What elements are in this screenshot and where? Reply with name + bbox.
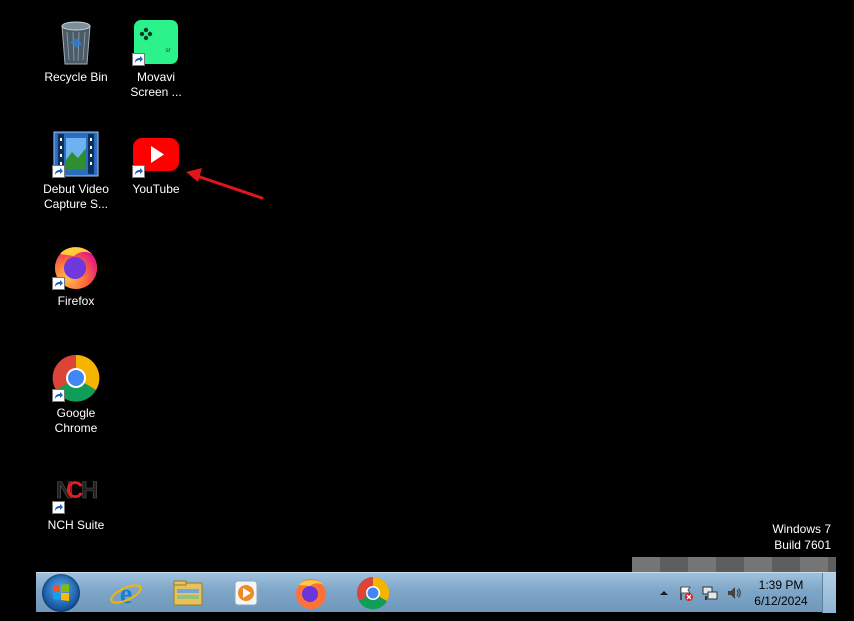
taskbar-internet-explorer[interactable]: e (106, 575, 146, 611)
taskbar-windows-explorer[interactable] (168, 575, 208, 611)
watermark-line-1: Windows 7 (772, 522, 831, 536)
firefox-icon (296, 579, 326, 609)
volume-icon[interactable] (726, 585, 742, 601)
watermark-line-2: Build 7601 (774, 538, 831, 552)
svg-text:H: H (81, 477, 98, 504)
desktop-icon-chrome[interactable]: Google Chrome (37, 354, 115, 436)
taskbar: e 1:39 PM 6/12/2024 (36, 572, 836, 613)
desktop-icon-label: Movavi Screen ... (130, 70, 182, 99)
action-center-icon[interactable] (678, 585, 694, 601)
nch-suite-icon: N C H (52, 466, 100, 514)
shortcut-arrow-icon (132, 165, 145, 178)
desktop-icon-recycle-bin[interactable]: Recycle Bin (37, 18, 115, 85)
start-button[interactable] (42, 574, 80, 612)
shortcut-arrow-icon (52, 389, 65, 402)
desktop-icon-label: Google Chrome (54, 406, 98, 435)
windows-explorer-icon (173, 580, 203, 606)
desktop-icon-debut-video[interactable]: Debut Video Capture S... (37, 130, 115, 212)
taskbar-firefox[interactable] (291, 575, 331, 611)
chrome-icon (357, 576, 390, 610)
taskbar-clock[interactable]: 1:39 PM 6/12/2024 (741, 577, 821, 609)
windows-build-watermark: Windows 7 Build 7601 (772, 521, 831, 553)
chrome-icon (52, 354, 100, 402)
chevron-up-icon (660, 591, 668, 595)
desktop-icon-movavi[interactable]: sr Movavi Screen ... (117, 18, 195, 100)
youtube-icon (132, 130, 180, 178)
clock-date: 6/12/2024 (754, 594, 808, 608)
taskbar-chrome[interactable] (353, 575, 393, 611)
show-hidden-icons-button[interactable] (656, 585, 672, 601)
network-icon[interactable] (702, 585, 718, 601)
firefox-icon (52, 242, 100, 290)
media-player-icon (234, 580, 258, 606)
svg-text:e: e (120, 579, 132, 610)
shortcut-arrow-icon (52, 165, 65, 178)
recycle-bin-icon (52, 18, 100, 66)
desktop-icon-label: Recycle Bin (44, 70, 108, 84)
desktop-icon-label: NCH Suite (47, 518, 105, 532)
taskbar-media-player[interactable] (226, 575, 266, 611)
movavi-icon: sr (132, 18, 180, 66)
clock-time: 1:39 PM (758, 578, 804, 592)
desktop-icon-label: Debut Video Capture S... (43, 182, 109, 211)
desktop-icon-label: Firefox (57, 294, 95, 308)
shortcut-arrow-icon (52, 277, 65, 290)
annotation-arrow-icon (186, 168, 264, 200)
desktop: Recycle Bin sr Movavi Screen ... Debut V… (0, 0, 854, 572)
internet-explorer-icon: e (110, 579, 142, 610)
debut-video-icon (52, 130, 100, 178)
svg-text:sr: sr (166, 48, 171, 54)
show-desktop-button[interactable] (822, 573, 836, 613)
windows-logo-icon (53, 584, 69, 601)
desktop-icon-firefox[interactable]: Firefox (37, 242, 115, 309)
desktop-icon-nch-suite[interactable]: N C H NCH Suite (37, 466, 115, 533)
shortcut-arrow-icon (52, 501, 65, 514)
shortcut-arrow-icon (132, 53, 145, 66)
